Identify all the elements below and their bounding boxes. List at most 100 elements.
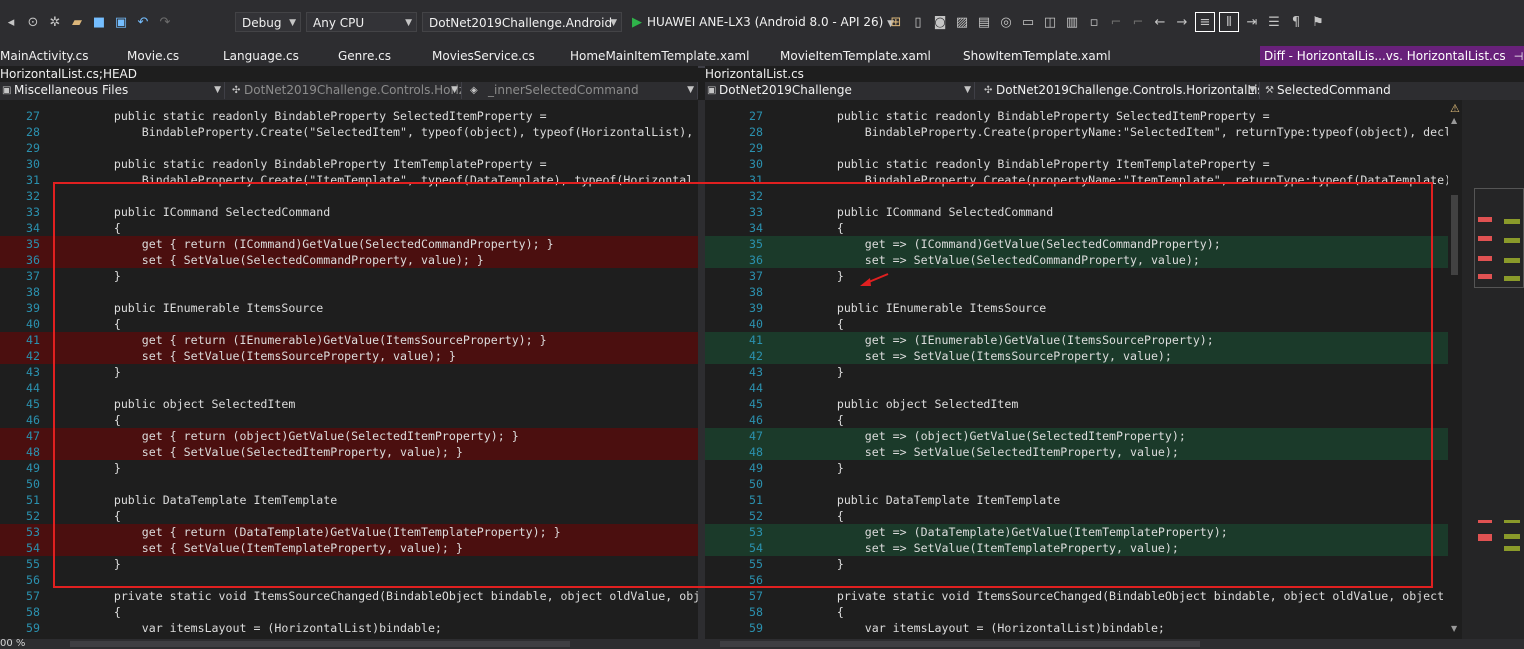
tab-homemainitemtemplate[interactable]: HomeMainItemTemplate.xaml: [570, 46, 749, 66]
code-line[interactable]: 34 {: [705, 220, 1448, 236]
tab-moviesservice[interactable]: MoviesService.cs: [432, 46, 535, 66]
code-line[interactable]: 39 public IEnumerable ItemsSource: [0, 300, 698, 316]
back-icon[interactable]: ◂: [2, 13, 20, 31]
scroll-up-icon[interactable]: ▲: [1451, 116, 1457, 125]
list-icon[interactable]: ☰: [1265, 13, 1283, 31]
left-hscroll-thumb[interactable]: [70, 641, 570, 647]
code-line[interactable]: 30 public static readonly BindableProper…: [705, 156, 1448, 172]
pin-icon[interactable]: ⊣: [1514, 50, 1524, 63]
code-line[interactable]: 43 }: [705, 364, 1448, 380]
code-line[interactable]: 56: [0, 572, 698, 588]
uncomment-icon[interactable]: ⌐: [1129, 13, 1147, 31]
code-line[interactable]: 35 get => (ICommand)GetValue(SelectedCom…: [705, 236, 1448, 252]
code-line[interactable]: 54 set { SetValue(ItemTemplateProperty, …: [0, 540, 698, 556]
save-all-icon[interactable]: ▣: [112, 13, 130, 31]
redo-icon[interactable]: ↷: [156, 13, 174, 31]
code-line[interactable]: 32: [705, 188, 1448, 204]
code-line[interactable]: 48 set { SetValue(SelectedItemProperty, …: [0, 444, 698, 460]
vertical-scrollbar[interactable]: ⚠ ▲ ▼: [1448, 100, 1462, 639]
diff-overview-map[interactable]: [1462, 100, 1524, 639]
code-line[interactable]: 49 }: [705, 460, 1448, 476]
code-line[interactable]: 51 public DataTemplate ItemTemplate: [0, 492, 698, 508]
nav-back-icon[interactable]: ←: [1151, 13, 1169, 31]
code-line[interactable]: 41 get => (IEnumerable)GetValue(ItemsSou…: [705, 332, 1448, 348]
right-type-dropdown[interactable]: ✣ DotNet2019Challenge.Controls.Horizontal…: [982, 82, 1260, 99]
startup-project-dropdown[interactable]: DotNet2019Challenge.Android ▼: [422, 12, 622, 32]
tab-movieitemtemplate[interactable]: MovieItemTemplate.xaml: [780, 46, 931, 66]
start-debug-button[interactable]: ▶ HUAWEI ANE-LX3 (Android 8.0 - API 26) ▼: [632, 12, 894, 32]
code-line[interactable]: 35 get { return (ICommand)GetValue(Selec…: [0, 236, 698, 252]
code-line[interactable]: 38: [0, 284, 698, 300]
code-line[interactable]: 55 }: [0, 556, 698, 572]
tab-showitemtemplate[interactable]: ShowItemTemplate.xaml: [963, 46, 1111, 66]
left-member-dropdown[interactable]: ◈ _innerSelectedCommand ▼: [468, 82, 698, 99]
code-line[interactable]: 53 get => (DataTemplate)GetValue(ItemTem…: [705, 524, 1448, 540]
code-line[interactable]: 32: [0, 188, 698, 204]
scroll-down-icon[interactable]: ▼: [1451, 624, 1457, 633]
diff-inline-icon[interactable]: ≡: [1195, 12, 1215, 32]
code-line[interactable]: 58 {: [705, 604, 1448, 620]
right-project-dropdown[interactable]: ▣ DotNet2019Challenge ▼: [705, 82, 975, 99]
split-icon[interactable]: ◫: [1041, 13, 1059, 31]
device-icon[interactable]: ▯: [909, 13, 927, 31]
pane-splitter[interactable]: [698, 100, 705, 639]
code-line[interactable]: 53 get { return (DataTemplate)GetValue(I…: [0, 524, 698, 540]
tab-language[interactable]: Language.cs: [223, 46, 299, 66]
code-line[interactable]: 50: [705, 476, 1448, 492]
nav-forward-icon[interactable]: →: [1173, 13, 1191, 31]
code-line[interactable]: 54 set => SetValue(ItemTemplateProperty,…: [705, 540, 1448, 556]
code-line[interactable]: 38: [705, 284, 1448, 300]
window-icon[interactable]: ▤: [975, 13, 993, 31]
indent-icon[interactable]: ⇥: [1243, 13, 1261, 31]
tab-diff-active[interactable]: Diff - HorizontalLis...vs. HorizontalLis…: [1260, 46, 1524, 66]
code-line[interactable]: 43 }: [0, 364, 698, 380]
new-item-icon[interactable]: ✲: [46, 13, 64, 31]
code-line[interactable]: 40 {: [0, 316, 698, 332]
monitor-icon[interactable]: ▭: [1019, 13, 1037, 31]
code-line[interactable]: 27 public static readonly BindableProper…: [705, 108, 1448, 124]
code-line[interactable]: 47 get { return (object)GetValue(Selecte…: [0, 428, 698, 444]
code-line[interactable]: 42 set { SetValue(ItemsSourceProperty, v…: [0, 348, 698, 364]
right-editor[interactable]: 27 public static readonly BindableProper…: [705, 100, 1448, 639]
dd-icon[interactable]: ▫: [1085, 13, 1103, 31]
code-line[interactable]: 50: [0, 476, 698, 492]
code-line[interactable]: 51 public DataTemplate ItemTemplate: [705, 492, 1448, 508]
code-line[interactable]: 46 {: [0, 412, 698, 428]
image-icon[interactable]: ▨: [953, 13, 971, 31]
code-line[interactable]: 36 set => SetValue(SelectedCommandProper…: [705, 252, 1448, 268]
code-line[interactable]: 33 public ICommand SelectedCommand: [0, 204, 698, 220]
code-line[interactable]: 28 BindableProperty.Create(propertyName:…: [705, 124, 1448, 140]
code-line[interactable]: 59 var itemsLayout = (HorizontalList)bin…: [0, 620, 698, 636]
tab-movie[interactable]: Movie.cs: [127, 46, 179, 66]
undo-icon[interactable]: ↶: [134, 13, 152, 31]
save-icon[interactable]: ■: [90, 13, 108, 31]
flag-icon[interactable]: ⚑: [1309, 13, 1327, 31]
stack-icon[interactable]: ▥: [1063, 13, 1081, 31]
code-line[interactable]: 28 BindableProperty.Create("SelectedItem…: [0, 124, 698, 140]
open-folder-icon[interactable]: ▰: [68, 13, 86, 31]
code-line[interactable]: 57 private static void ItemsSourceChange…: [0, 588, 698, 604]
camera-icon[interactable]: ◙: [931, 13, 949, 31]
code-line[interactable]: 36 set { SetValue(SelectedCommandPropert…: [0, 252, 698, 268]
bookmark-icon[interactable]: ⊞: [887, 13, 905, 31]
code-line[interactable]: 45 public object SelectedItem: [0, 396, 698, 412]
code-line[interactable]: 33 public ICommand SelectedCommand: [705, 204, 1448, 220]
code-line[interactable]: 58 {: [0, 604, 698, 620]
code-line[interactable]: 52 {: [705, 508, 1448, 524]
code-line[interactable]: 45 public object SelectedItem: [705, 396, 1448, 412]
code-line[interactable]: 44: [0, 380, 698, 396]
code-line[interactable]: 27 public static readonly BindableProper…: [0, 108, 698, 124]
code-line[interactable]: 37 }: [0, 268, 698, 284]
code-line[interactable]: 52 {: [0, 508, 698, 524]
code-line[interactable]: 46 {: [705, 412, 1448, 428]
scroll-thumb[interactable]: [1451, 195, 1458, 275]
comment-icon[interactable]: ⌐: [1107, 13, 1125, 31]
code-line[interactable]: 48 set => SetValue(SelectedItemProperty,…: [705, 444, 1448, 460]
code-line[interactable]: 39 public IEnumerable ItemsSource: [705, 300, 1448, 316]
left-type-dropdown[interactable]: ✣ DotNet2019Challenge.Controls.Horizo ▼: [230, 82, 462, 99]
right-member-dropdown[interactable]: ⚒ SelectedCommand: [1263, 82, 1524, 99]
tab-mainactivity[interactable]: MainActivity.cs: [0, 46, 88, 66]
config-dropdown[interactable]: Debug ▼: [235, 12, 301, 32]
code-line[interactable]: 59 var itemsLayout = (HorizontalList)bin…: [705, 620, 1448, 636]
tab-genre[interactable]: Genre.cs: [338, 46, 391, 66]
